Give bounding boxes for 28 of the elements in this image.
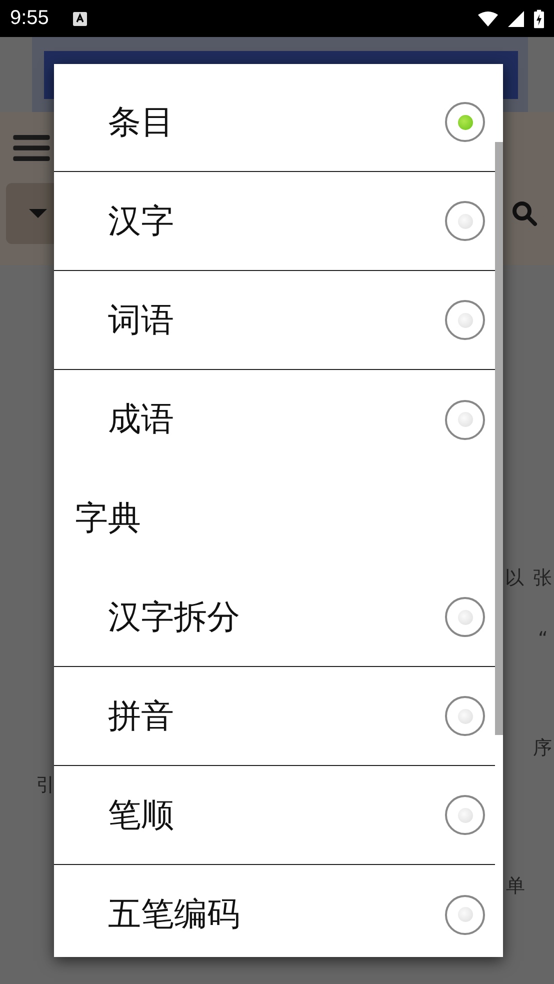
- radio-button[interactable]: [445, 795, 485, 835]
- option-row[interactable]: 条目: [54, 73, 495, 172]
- radio-button[interactable]: [445, 400, 485, 440]
- section-header: 字典: [75, 497, 141, 539]
- keyboard-icon: [72, 12, 87, 26]
- radio-button[interactable]: [445, 597, 485, 637]
- page-text: 序: [533, 736, 552, 761]
- option-row[interactable]: 拼音: [54, 667, 495, 766]
- radio-button[interactable]: [445, 102, 485, 142]
- page-text: “: [538, 628, 548, 650]
- radio-button[interactable]: [445, 696, 485, 736]
- option-row[interactable]: 成语: [54, 370, 495, 469]
- signal-icon: [506, 10, 526, 26]
- radio-button[interactable]: [445, 201, 485, 241]
- caret-icon: [29, 209, 47, 218]
- battery-icon: [534, 8, 544, 28]
- radio-button[interactable]: [445, 300, 485, 340]
- option-row[interactable]: 笔顺: [54, 766, 495, 865]
- radio-button[interactable]: [445, 894, 485, 934]
- page-text: 单: [506, 874, 525, 899]
- search-icon[interactable]: [512, 200, 538, 226]
- page-text: 以: [505, 566, 524, 591]
- option-row[interactable]: 五笔编码: [54, 865, 495, 964]
- page-text: 引: [36, 773, 55, 798]
- wifi-icon: [478, 10, 498, 26]
- clock: 9:55: [10, 7, 49, 30]
- page-text: 张: [533, 566, 552, 591]
- menu-icon[interactable]: [13, 135, 50, 162]
